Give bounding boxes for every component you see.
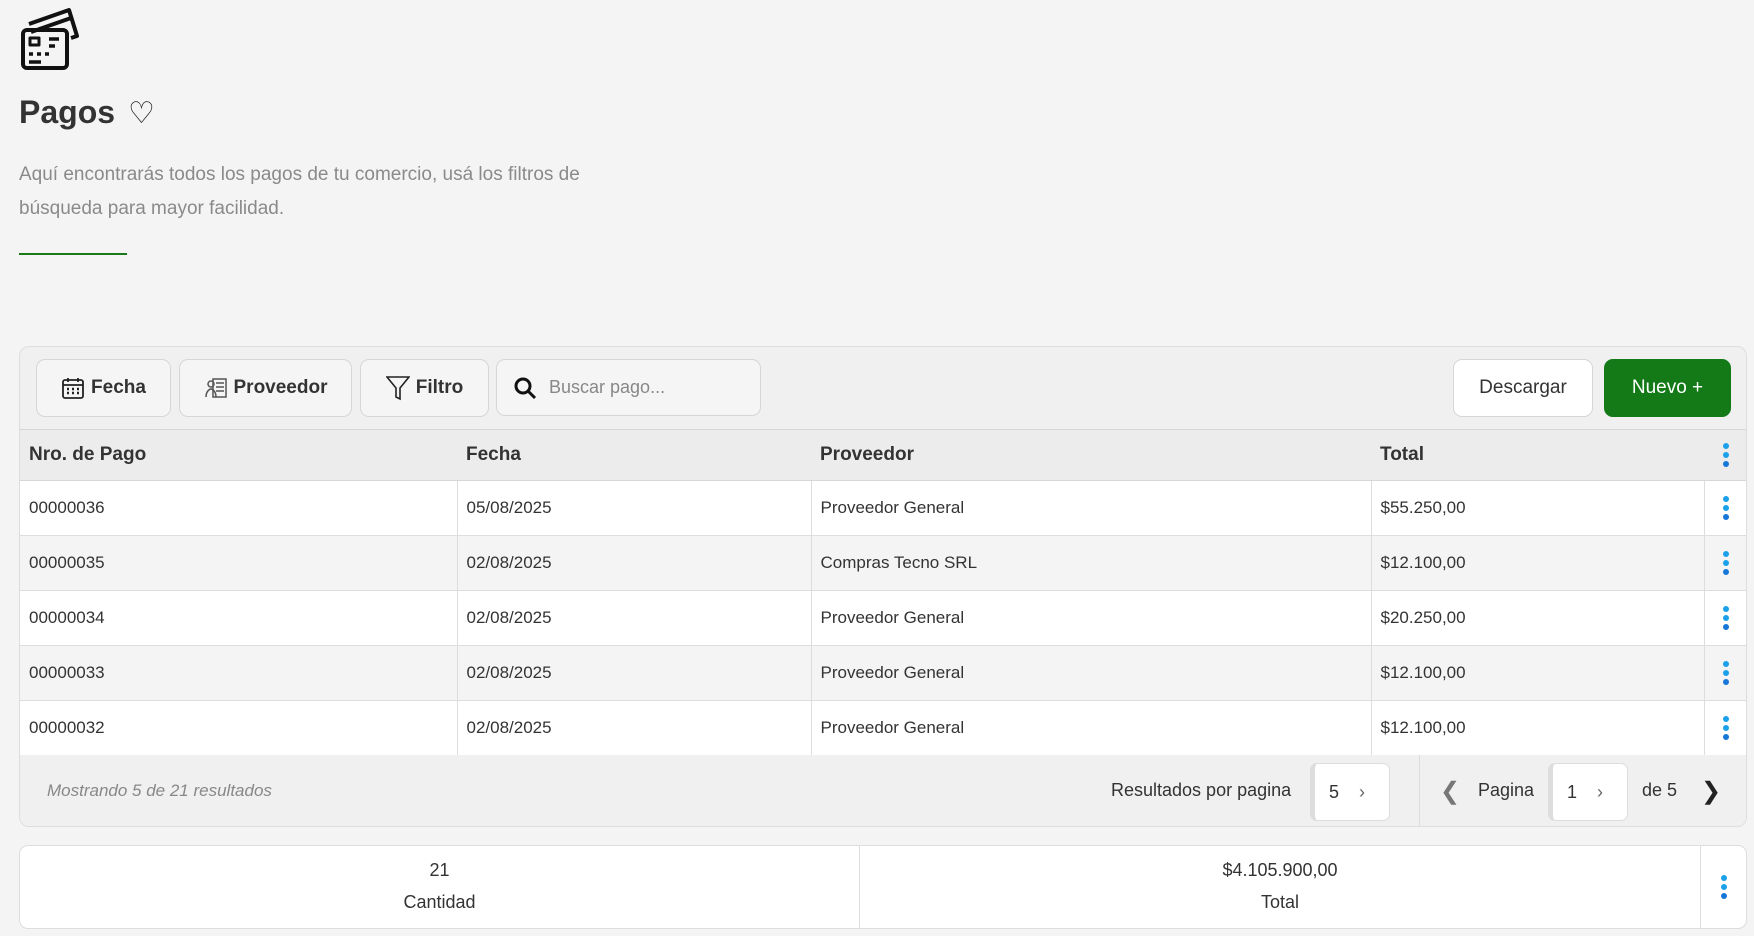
search-icon [514,377,537,399]
total-value: $4.105.900,00 [1222,860,1338,880]
column-header-total[interactable]: Total [1371,429,1704,481]
payment-date: 02/08/2025 [457,535,812,591]
search-box[interactable] [496,359,761,416]
page-value: 1 [1567,781,1578,802]
per-page-label: Resultados por pagina [1111,780,1292,800]
table-row[interactable]: 00000036 05/08/2025 Proveedor General $55.2… [20,480,1746,536]
divider [1419,755,1420,826]
payment-number: 00000036 [20,480,458,536]
next-page-icon[interactable]: ❯ [1701,777,1721,806]
count-label: Cantidad [403,892,476,912]
per-page-value: 5 [1329,781,1340,802]
count-value: 21 [429,860,450,880]
chevron-right-icon: › [1597,781,1604,802]
summary-total: $4.105.900,00 Total [860,846,1701,928]
payment-date: 02/08/2025 [457,590,812,646]
payment-date: 02/08/2025 [457,700,812,756]
chevron-right-icon: › [1359,781,1366,802]
payment-date: 02/08/2025 [457,645,812,701]
column-header-supplier[interactable]: Proveedor [811,429,1371,481]
row-options[interactable] [1704,590,1746,646]
payment-date: 05/08/2025 [457,480,812,536]
table-row[interactable]: 00000034 02/08/2025 Proveedor General $20.2… [20,590,1746,646]
row-options[interactable] [1704,700,1746,756]
page-description: Aquí encontrarás todos los pagos de tu c… [19,164,580,219]
page-select[interactable]: 1 › [1548,763,1628,821]
kebab-menu-icon[interactable] [1720,875,1727,899]
row-options[interactable] [1704,535,1746,591]
payments-card-icon [21,8,79,70]
prev-page-icon[interactable]: ❮ [1440,777,1460,806]
column-header-number[interactable]: Nro. de Pago [20,429,457,481]
date-filter-label: Fecha [91,377,146,398]
payment-supplier: Proveedor General [811,480,1372,536]
kebab-menu-icon[interactable] [1723,551,1730,575]
page-label: Pagina [1478,780,1535,800]
payment-supplier: Proveedor General [811,645,1372,701]
table-header: Nro. de Pago Fecha Proveedor Total [20,429,1746,481]
search-input[interactable] [549,377,749,398]
kebab-menu-icon[interactable] [1723,443,1729,467]
page-title: Pagos [19,94,116,130]
table-footer: Mostrando 5 de 21 resultados Resultados … [20,755,1746,826]
payment-total: $12.100,00 [1371,535,1705,591]
total-label: Total [1260,892,1300,912]
column-options[interactable] [1704,429,1746,481]
column-header-date[interactable]: Fecha [457,429,811,481]
total-pages: de 5 [1642,780,1678,800]
results-count: Mostrando 5 de 21 resultados [47,781,272,800]
row-options[interactable] [1704,480,1746,536]
funnel-icon [385,376,410,401]
payments-panel: Fecha Proveedor Filtro Descargar Nuevo +… [19,346,1747,827]
table-row[interactable]: 00000032 02/08/2025 Proveedor General $12.1… [20,700,1746,756]
download-button[interactable]: Descargar [1453,359,1593,417]
payment-total: $20.250,00 [1371,590,1705,646]
summary-count: 21 Cantidad [20,846,860,928]
payment-supplier: Proveedor General [811,700,1372,756]
table-row[interactable]: 00000035 02/08/2025 Compras Tecno SRL $12.1… [20,535,1746,591]
date-filter-button[interactable]: Fecha [36,359,171,417]
kebab-menu-icon[interactable] [1723,661,1730,685]
filter-label: Filtro [415,377,464,398]
payment-total: $12.100,00 [1371,645,1705,701]
supplier-filter-button[interactable]: Proveedor [179,359,352,417]
payment-number: 00000034 [20,590,458,646]
calendar-icon [62,378,84,399]
payment-number: 00000035 [20,535,458,591]
favorite-heart-icon[interactable]: ♡ [128,96,155,131]
kebab-menu-icon[interactable] [1723,606,1730,630]
supplier-filter-label: Proveedor [233,377,328,398]
row-options[interactable] [1704,645,1746,701]
supplier-icon [204,378,227,398]
payment-total: $55.250,00 [1371,480,1705,536]
table-row[interactable]: 00000033 02/08/2025 Proveedor General $12.1… [20,645,1746,701]
payment-supplier: Proveedor General [811,590,1372,646]
payment-supplier: Compras Tecno SRL [811,535,1372,591]
summary-card: 21 Cantidad $4.105.900,00 Total [19,845,1747,929]
payments-table: Nro. de Pago Fecha Proveedor Total 00000… [20,429,1746,756]
filter-button[interactable]: Filtro [360,359,489,417]
new-payment-button[interactable]: Nuevo + [1604,359,1731,417]
payment-number: 00000033 [20,645,458,701]
kebab-menu-icon[interactable] [1723,716,1730,740]
per-page-select[interactable]: 5 › [1310,763,1390,821]
payment-number: 00000032 [20,700,458,756]
kebab-menu-icon[interactable] [1723,496,1730,520]
payment-total: $12.100,00 [1371,700,1705,756]
title-underline [19,253,127,255]
